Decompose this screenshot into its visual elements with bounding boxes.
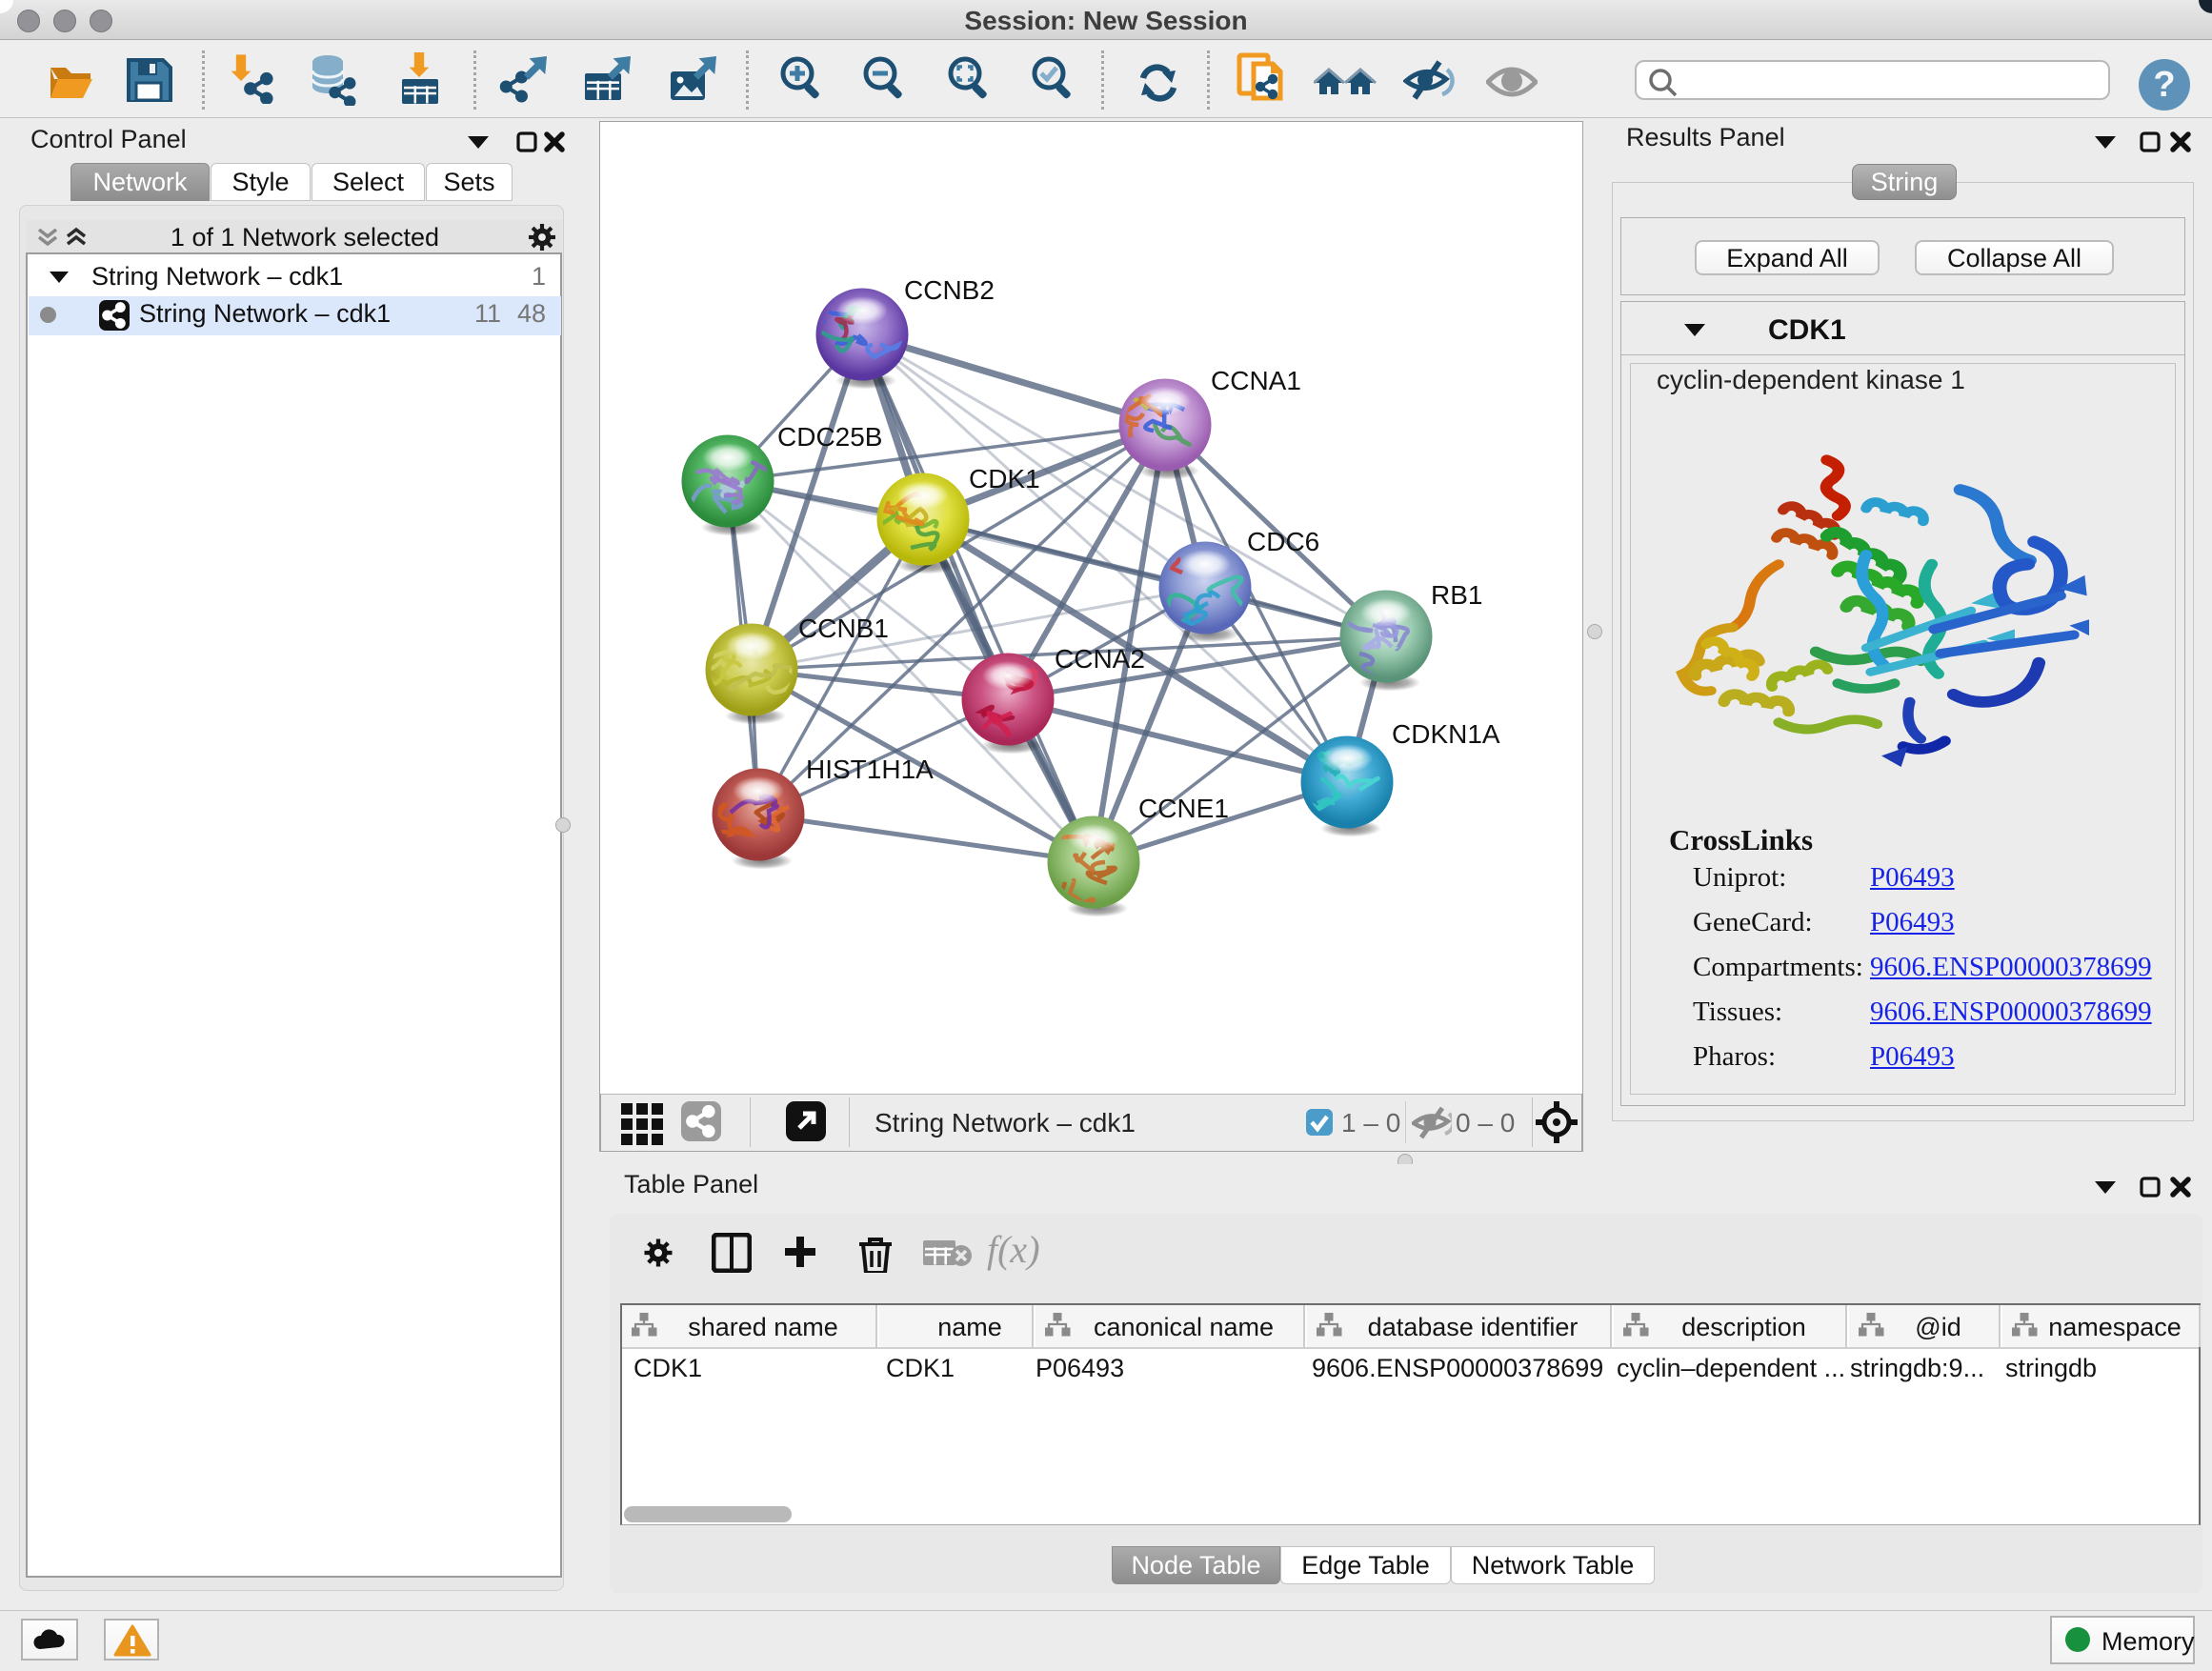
svg-text:CCNA2: CCNA2 (1055, 644, 1145, 674)
svg-text:HIST1H1A: HIST1H1A (806, 755, 934, 784)
svg-text:CDKN1A: CDKN1A (1392, 719, 1500, 749)
svg-text:CCNA1: CCNA1 (1211, 366, 1301, 395)
svg-text:RB1: RB1 (1431, 580, 1482, 610)
svg-text:CDK1: CDK1 (969, 464, 1040, 493)
svg-text:CCNB2: CCNB2 (904, 275, 995, 305)
svg-text:CDC25B: CDC25B (777, 422, 882, 452)
svg-text:CCNB1: CCNB1 (798, 614, 889, 643)
svg-text:?: ? (2153, 65, 2175, 105)
svg-text:CDC6: CDC6 (1247, 527, 1319, 556)
svg-text:CCNE1: CCNE1 (1138, 794, 1229, 823)
